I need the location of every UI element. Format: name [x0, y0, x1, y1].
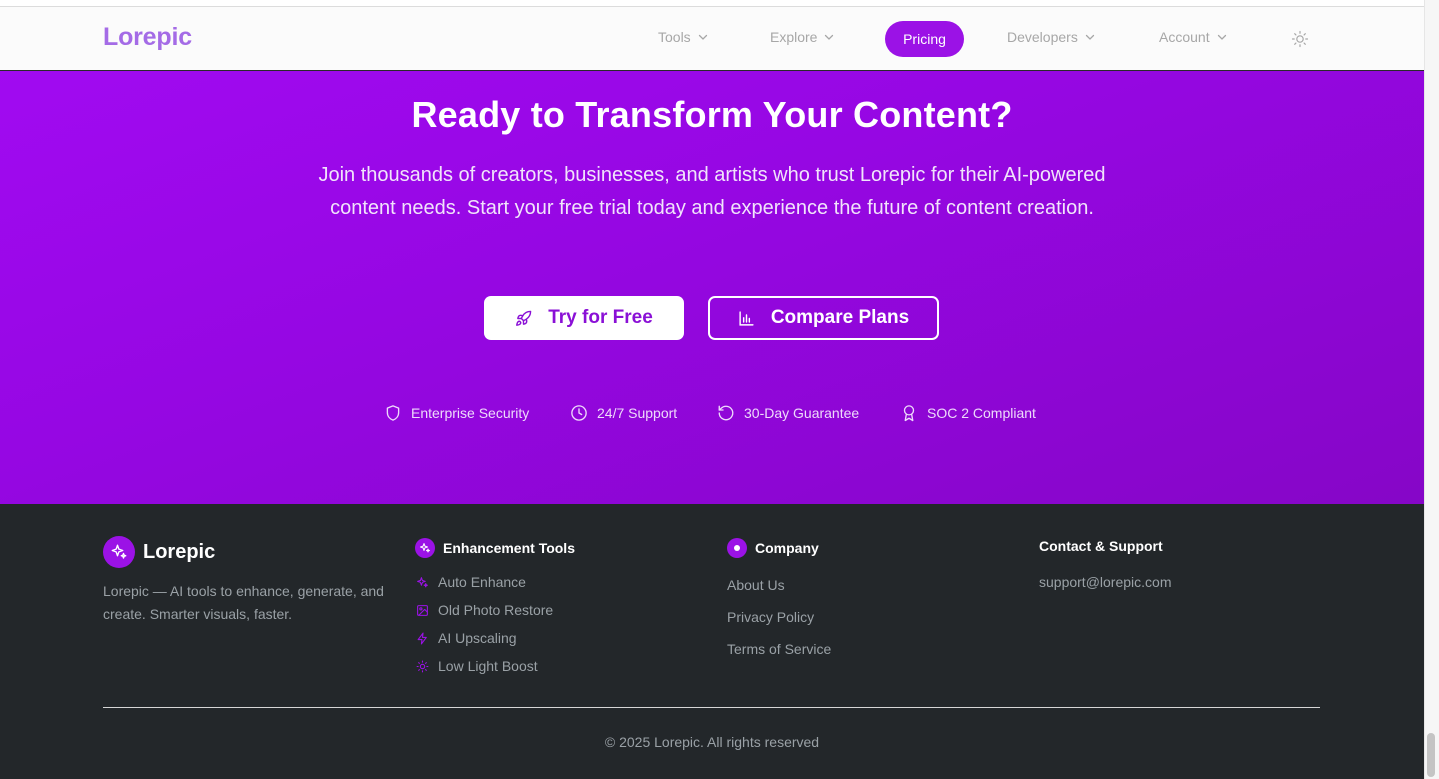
chevron-down-icon: [1085, 34, 1094, 40]
footer-description: Lorepic — AI tools to enhance, generate,…: [103, 583, 384, 622]
nav-pricing[interactable]: Pricing: [885, 21, 964, 57]
nav-tools[interactable]: Tools: [658, 29, 709, 45]
refresh-icon: [718, 405, 734, 421]
site-header: Lorepic Tools Explore Pricing Developers…: [0, 7, 1424, 71]
badge-support: 24/7 Support: [570, 404, 677, 422]
link-ai-upscaling[interactable]: AI Upscaling: [416, 630, 517, 646]
sparkles-icon: [417, 576, 428, 587]
link-auto-enhance[interactable]: Auto Enhance: [416, 574, 526, 590]
try-for-free-label: Try for Free: [548, 307, 653, 328]
try-for-free-button[interactable]: Try for Free: [484, 296, 684, 340]
nav-tools-label: Tools: [658, 29, 691, 45]
footer-brand[interactable]: Lorepic: [103, 536, 215, 568]
badge-label: Enterprise Security: [411, 405, 530, 421]
link-privacy-policy[interactable]: Privacy Policy: [727, 609, 814, 625]
link-label: Old Photo Restore: [438, 602, 554, 618]
badge-label: SOC 2 Compliant: [927, 405, 1036, 421]
compare-plans-label: Compare Plans: [770, 307, 910, 328]
zap-icon: [417, 632, 427, 644]
company-title: Company: [755, 540, 819, 556]
footer-divider: [103, 707, 1320, 708]
support-email-link[interactable]: support@lorepic.com: [1039, 574, 1172, 590]
page-viewport: Lorepic Tools Explore Pricing Developers…: [0, 0, 1424, 779]
site-footer: Lorepic Lorepic — AI tools to enhance, g…: [0, 504, 1424, 779]
link-low-light-boost[interactable]: Low Light Boost: [416, 658, 538, 674]
nav-developers-label: Developers: [1007, 29, 1078, 45]
link-old-photo-restore[interactable]: Old Photo Restore: [416, 602, 553, 618]
badge-soc2: SOC 2 Compliant: [900, 404, 1036, 422]
hero-title: Ready to Transform Your Content?: [411, 94, 1013, 135]
cta-hero-section: Ready to Transform Your Content? Join th…: [0, 71, 1424, 504]
link-label: Low Light Boost: [438, 658, 538, 674]
nav-explore[interactable]: Explore: [770, 29, 835, 45]
page-scrollbar[interactable]: [1424, 0, 1439, 779]
copyright-text: © 2025 Lorepic. All rights reserved: [604, 734, 820, 750]
sun-icon[interactable]: [1290, 29, 1310, 49]
site-logo[interactable]: Lorepic: [103, 23, 192, 52]
sun-icon: [416, 660, 429, 672]
rocket-icon: [516, 310, 532, 326]
contact-heading: Contact & Support: [1039, 538, 1163, 554]
company-heading: Company: [727, 538, 819, 558]
sparkles-icon: [103, 536, 135, 568]
link-about-us[interactable]: About Us: [727, 577, 785, 593]
shield-icon: [386, 405, 400, 421]
nav-account[interactable]: Account: [1159, 29, 1228, 45]
scrollbar-thumb[interactable]: [1427, 733, 1435, 777]
badge-enterprise-security: Enterprise Security: [384, 404, 529, 422]
chevron-down-icon: [825, 34, 834, 40]
bar-chart-icon: [739, 310, 754, 326]
browser-top-strip: [0, 0, 1424, 7]
image-icon: [417, 604, 428, 616]
enhancement-tools-heading: Enhancement Tools: [415, 538, 575, 558]
footer-brand-name: Lorepic: [143, 540, 216, 563]
chevron-down-icon: [698, 34, 707, 40]
link-label: AI Upscaling: [438, 630, 517, 646]
sparkles-icon: [415, 538, 435, 558]
nav-account-label: Account: [1159, 29, 1210, 45]
chevron-down-icon: [1217, 34, 1226, 40]
clock-icon: [571, 405, 587, 421]
award-icon: [903, 405, 915, 422]
contact-title: Contact & Support: [1039, 538, 1163, 554]
circle-dot-icon: [727, 538, 747, 558]
link-label: Auto Enhance: [438, 574, 526, 590]
nav-explore-label: Explore: [770, 29, 818, 45]
nav-developers[interactable]: Developers: [1007, 29, 1096, 45]
badge-guarantee: 30-Day Guarantee: [717, 404, 859, 422]
compare-plans-button[interactable]: Compare Plans: [708, 296, 939, 340]
badge-label: 30-Day Guarantee: [744, 405, 860, 421]
hero-description: Join thousands of creators, businesses, …: [318, 164, 1106, 219]
link-terms-of-service[interactable]: Terms of Service: [727, 641, 831, 657]
enhancement-tools-title: Enhancement Tools: [443, 540, 575, 556]
badge-label: 24/7 Support: [597, 405, 678, 421]
